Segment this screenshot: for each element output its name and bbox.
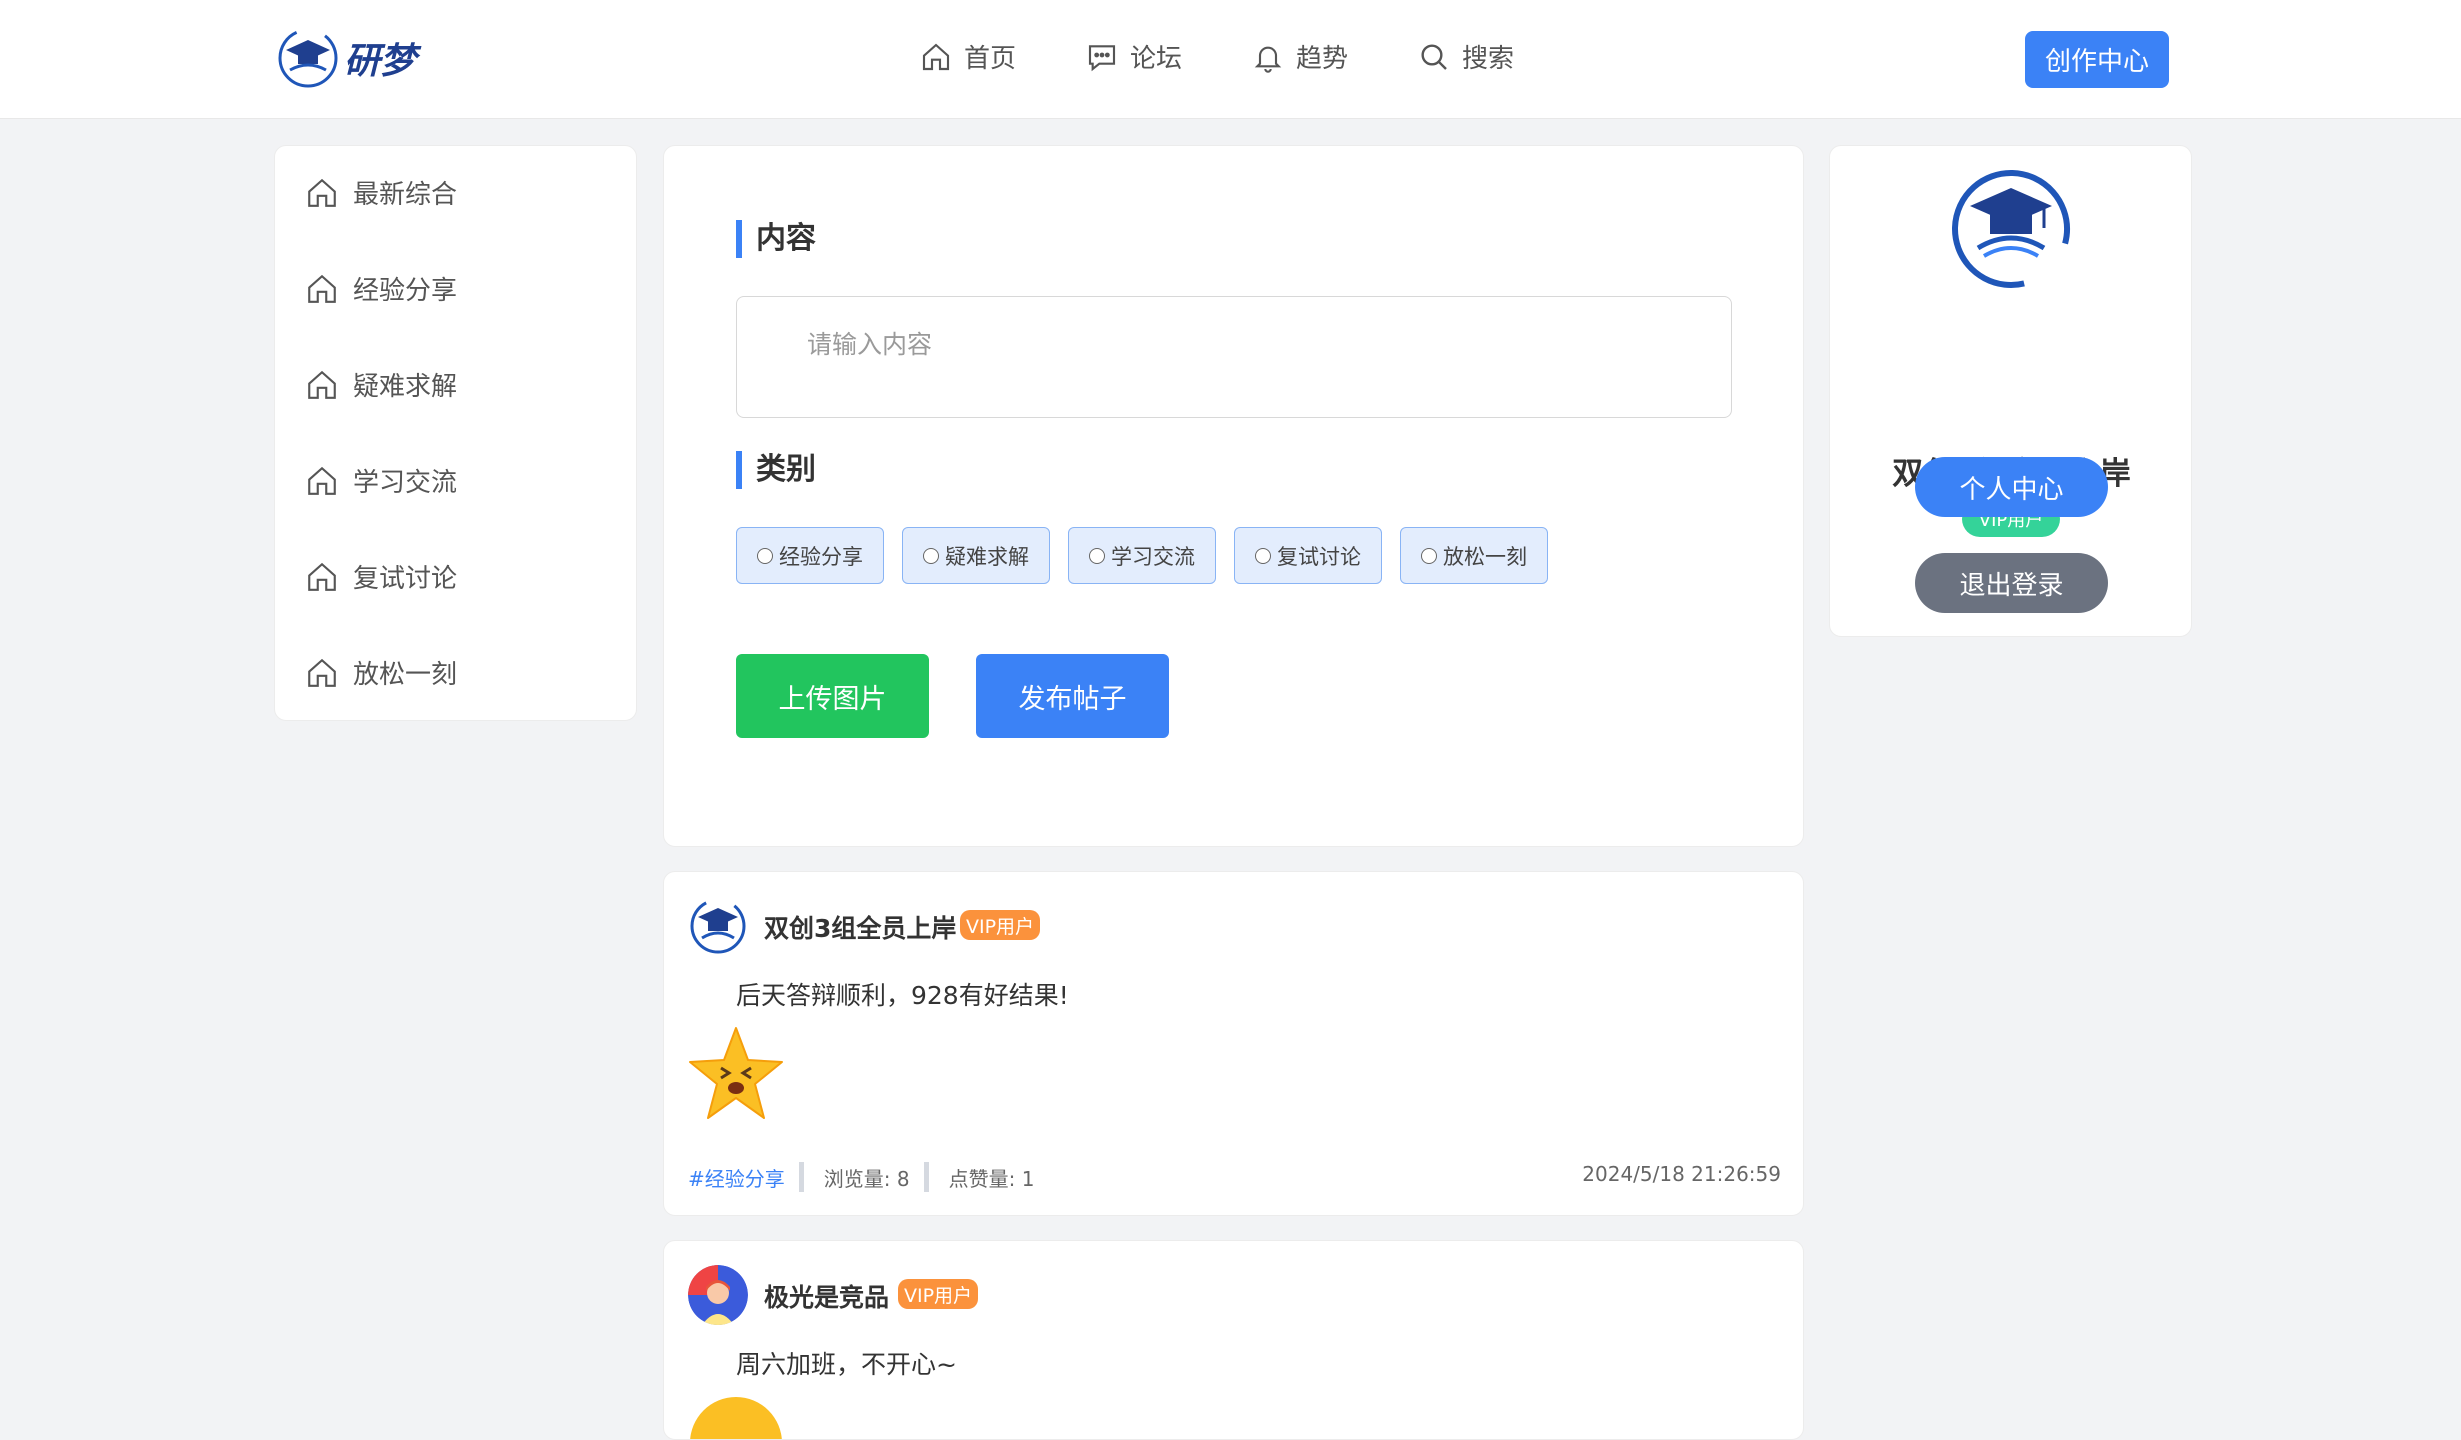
sidebar-item-relax[interactable]: 放松一刻 <box>305 654 457 691</box>
nav-home[interactable]: 首页 <box>920 38 1016 75</box>
category-option-relax[interactable]: 放松一刻 <box>1400 527 1548 584</box>
nav-search[interactable]: 搜索 <box>1418 38 1514 75</box>
main-nav: 首页 论坛 趋势 搜索 <box>920 38 1584 75</box>
category-option-study[interactable]: 学习交流 <box>1068 527 1216 584</box>
meta-divider <box>798 1162 804 1192</box>
home-icon <box>922 43 950 70</box>
category-option-label: 放松一刻 <box>1443 544 1527 569</box>
post-timestamp: 2024/5/18 21:26:59 <box>1582 1162 1781 1186</box>
avatar[interactable] <box>688 896 748 956</box>
post-card[interactable]: 双创3组全员上岸 VIP用户 后天答辩顺利，928有好结果! #经验分享 浏览量… <box>663 871 1804 1216</box>
category-option-experience[interactable]: 经验分享 <box>736 527 884 584</box>
category-option-label: 经验分享 <box>779 544 863 569</box>
search-icon <box>1421 43 1447 70</box>
top-header: 研梦 首页 论坛 趋势 搜索 创作中心 <box>0 0 2461 119</box>
category-option-label: 复试讨论 <box>1277 544 1361 569</box>
home-icon <box>308 658 336 687</box>
home-icon <box>308 370 336 399</box>
nav-forum-label: 论坛 <box>1130 44 1183 74</box>
profile-avatar-logo <box>1952 170 2070 288</box>
nav-trend-label: 趋势 <box>1296 44 1349 74</box>
avatar-logo-icon <box>689 897 747 955</box>
sidebar-item-latest[interactable]: 最新综合 <box>305 174 457 211</box>
star-emoji-image[interactable] <box>686 1024 786 1124</box>
personal-center-button[interactable]: 个人中心 <box>1915 457 2108 517</box>
sidebar-item-label: 最新综合 <box>353 180 458 210</box>
post-tag-link[interactable]: #经验分享 <box>688 1163 785 1192</box>
site-logo[interactable]: 研梦 <box>276 26 416 90</box>
category-option-label: 疑难求解 <box>945 544 1029 569</box>
logo-emblem-icon <box>278 28 338 88</box>
category-radio-group: 经验分享 疑难求解 学习交流 复试讨论 放松一刻 <box>736 527 1566 584</box>
home-icon <box>308 562 336 591</box>
category-sidebar: 最新综合 经验分享 疑难求解 学习交流 复试讨论 放松一刻 <box>274 145 637 721</box>
profile-card: 双创3组全员上岸 VIP用户 研梦值: 888 个人中心 退出登录 <box>1829 145 2192 637</box>
like-count: 点赞量: 1 <box>948 1166 1035 1191</box>
sidebar-item-study[interactable]: 学习交流 <box>305 462 457 499</box>
logo-text: 研梦 <box>344 40 417 82</box>
sidebar-item-experience[interactable]: 经验分享 <box>305 270 457 307</box>
publish-post-button[interactable]: 发布帖子 <box>976 654 1169 738</box>
post-author-name[interactable]: 双创3组全员上岸 <box>764 909 956 945</box>
sidebar-item-label: 学习交流 <box>353 468 458 498</box>
category-option-questions[interactable]: 疑难求解 <box>902 527 1050 584</box>
radio-button[interactable] <box>1089 547 1105 564</box>
upload-image-button[interactable]: 上传图片 <box>736 654 929 738</box>
post-content: 后天答辩顺利，928有好结果! <box>736 981 1069 1010</box>
bell-icon <box>1254 46 1282 73</box>
radio-button[interactable] <box>1421 547 1437 564</box>
sidebar-item-label: 疑难求解 <box>353 372 458 402</box>
chat-icon <box>1088 44 1116 71</box>
radio-button[interactable] <box>923 547 939 564</box>
post-content: 周六加班，不开心~ <box>736 1350 957 1379</box>
post-author-name[interactable]: 极光是竞品 <box>764 1278 889 1314</box>
nav-search-label: 搜索 <box>1462 44 1515 74</box>
content-section-title: 内容 <box>736 220 816 258</box>
vip-badge: VIP用户 <box>960 910 1041 940</box>
emoji-image[interactable] <box>686 1393 786 1440</box>
view-count: 浏览量: 8 <box>823 1166 910 1191</box>
category-section-title: 类别 <box>736 451 816 489</box>
category-option-retest[interactable]: 复试讨论 <box>1234 527 1382 584</box>
sidebar-item-questions[interactable]: 疑难求解 <box>305 366 457 403</box>
vip-badge: VIP用户 <box>898 1279 979 1309</box>
sidebar-item-label: 经验分享 <box>353 276 458 306</box>
avatar-person-icon <box>688 1265 748 1325</box>
content-input[interactable] <box>736 296 1732 418</box>
create-center-button[interactable]: 创作中心 <box>2025 31 2169 88</box>
radio-button[interactable] <box>1255 547 1271 564</box>
post-meta: #经验分享 浏览量: 8 点赞量: 1 <box>688 1162 1034 1192</box>
sidebar-item-label: 放松一刻 <box>353 660 458 690</box>
home-icon <box>308 466 336 495</box>
nav-forum[interactable]: 论坛 <box>1086 38 1182 75</box>
nav-trend[interactable]: 趋势 <box>1252 38 1348 75</box>
meta-divider <box>923 1162 929 1192</box>
logout-button[interactable]: 退出登录 <box>1915 553 2108 613</box>
category-option-label: 学习交流 <box>1111 544 1195 569</box>
post-card[interactable]: 极光是竞品 VIP用户 周六加班，不开心~ <box>663 1240 1804 1440</box>
nav-home-label: 首页 <box>964 44 1017 74</box>
avatar[interactable] <box>688 1265 748 1325</box>
sidebar-item-label: 复试讨论 <box>353 564 458 594</box>
home-icon <box>308 274 336 303</box>
radio-button[interactable] <box>757 547 773 564</box>
post-composer: 内容 类别 经验分享 疑难求解 学习交流 复试讨论 放松一刻 上传图片 发布帖子 <box>663 145 1804 847</box>
sidebar-item-retest[interactable]: 复试讨论 <box>305 558 457 595</box>
home-icon <box>308 178 336 207</box>
